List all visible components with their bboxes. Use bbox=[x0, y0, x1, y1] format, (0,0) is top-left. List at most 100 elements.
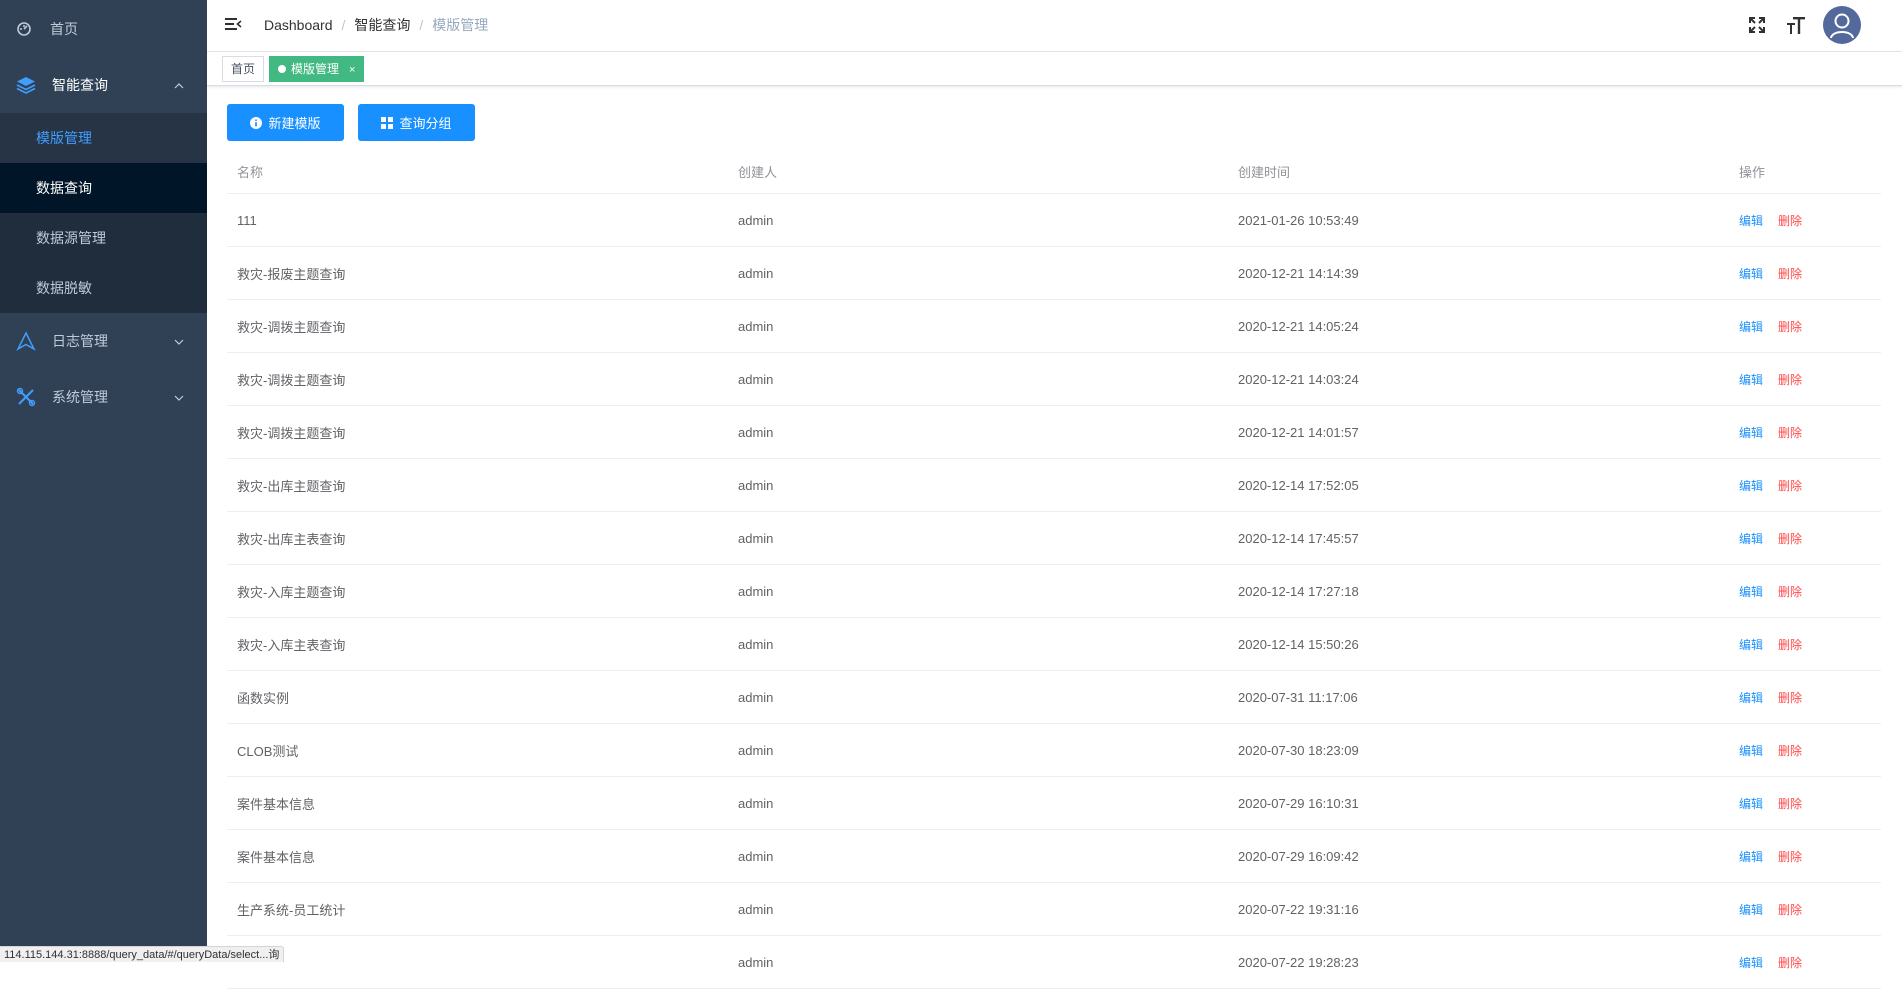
cell-creator: admin bbox=[738, 530, 774, 546]
tags-view: 首页 模版管理 × bbox=[207, 52, 1902, 86]
cell-actions: 编辑 删除 bbox=[1739, 777, 1802, 829]
tools-icon bbox=[16, 387, 36, 407]
sidebar-item-data-masking[interactable]: 数据脱敏 bbox=[0, 263, 207, 313]
sidebar-item-data-query[interactable]: 数据查询 bbox=[0, 163, 207, 213]
cell-actions: 编辑 删除 bbox=[1739, 353, 1802, 405]
table-row: 救灾-报废主题查询 admin 2020-12-21 14:14:39 编辑 删除 bbox=[227, 247, 1881, 300]
cell-actions: 编辑 删除 bbox=[1739, 406, 1802, 458]
delete-link[interactable]: 删除 bbox=[1778, 795, 1802, 812]
sidebar-item-label: 数据脱敏 bbox=[36, 280, 92, 296]
cell-actions: 编辑 删除 bbox=[1739, 300, 1802, 352]
table-row: 案件基本信息 admin 2020-07-29 16:09:42 编辑 删除 bbox=[227, 830, 1881, 883]
cell-created-time: 2020-12-21 14:03:24 bbox=[1238, 371, 1359, 387]
sidebar-item-log-management[interactable]: 日志管理 bbox=[0, 313, 207, 369]
tag-home[interactable]: 首页 bbox=[222, 56, 265, 82]
delete-link[interactable]: 删除 bbox=[1778, 901, 1802, 918]
hamburger-menu-icon[interactable] bbox=[224, 16, 242, 34]
tag-template-management[interactable]: 模版管理 × bbox=[269, 56, 365, 82]
sidebar-item-label: 系统管理 bbox=[52, 389, 108, 405]
font-size-icon[interactable] bbox=[1785, 14, 1807, 36]
cell-actions: 编辑 删除 bbox=[1739, 194, 1802, 246]
edit-link[interactable]: 编辑 bbox=[1739, 212, 1763, 229]
button-label: 新建模版 bbox=[268, 116, 321, 131]
fullscreen-icon[interactable] bbox=[1746, 14, 1768, 36]
breadcrumb-item-current: 模版管理 bbox=[432, 17, 489, 33]
delete-link[interactable]: 删除 bbox=[1778, 477, 1802, 494]
sidebar-item-label: 智能查询 bbox=[52, 77, 108, 93]
breadcrumb-item[interactable]: 智能查询 bbox=[354, 17, 410, 33]
delete-link[interactable]: 删除 bbox=[1778, 954, 1802, 971]
sidebar-item-label: 首页 bbox=[50, 21, 78, 37]
sidebar-item-system-management[interactable]: 系统管理 bbox=[0, 369, 207, 425]
sidebar-item-label: 模版管理 bbox=[36, 130, 92, 146]
triangle-icon bbox=[16, 331, 36, 351]
edit-link[interactable]: 编辑 bbox=[1739, 371, 1763, 388]
delete-link[interactable]: 删除 bbox=[1778, 583, 1802, 600]
edit-link[interactable]: 编辑 bbox=[1739, 424, 1763, 441]
delete-link[interactable]: 删除 bbox=[1778, 742, 1802, 759]
delete-link[interactable]: 删除 bbox=[1778, 424, 1802, 441]
chevron-down-icon bbox=[173, 391, 185, 403]
cell-creator: admin bbox=[738, 424, 774, 440]
sidebar-item-smart-query[interactable]: 智能查询 bbox=[0, 57, 207, 113]
delete-link[interactable]: 删除 bbox=[1778, 848, 1802, 865]
info-icon bbox=[250, 116, 263, 129]
edit-link[interactable]: 编辑 bbox=[1739, 742, 1763, 759]
breadcrumb-separator: / bbox=[419, 17, 424, 33]
delete-link[interactable]: 删除 bbox=[1778, 212, 1802, 229]
cell-creator: admin bbox=[738, 371, 774, 387]
edit-link[interactable]: 编辑 bbox=[1739, 795, 1763, 812]
cell-name: 案件基本信息 bbox=[237, 849, 316, 865]
breadcrumb-item[interactable]: Dashboard bbox=[264, 17, 333, 33]
sidebar-item-datasource-management[interactable]: 数据源管理 bbox=[0, 213, 207, 263]
chevron-down-icon bbox=[173, 335, 185, 347]
edit-link[interactable]: 编辑 bbox=[1739, 901, 1763, 918]
cell-created-time: 2020-07-29 16:09:42 bbox=[1238, 848, 1359, 864]
edit-link[interactable]: 编辑 bbox=[1739, 954, 1763, 971]
delete-link[interactable]: 删除 bbox=[1778, 689, 1802, 706]
sidebar-item-label: 日志管理 bbox=[52, 333, 108, 349]
sidebar-item-home[interactable]: 首页 bbox=[0, 1, 207, 57]
cell-actions: 编辑 删除 bbox=[1739, 724, 1802, 776]
sidebar-item-label: 数据源管理 bbox=[36, 230, 106, 246]
edit-link[interactable]: 编辑 bbox=[1739, 583, 1763, 600]
edit-link[interactable]: 编辑 bbox=[1739, 265, 1763, 282]
sidebar-item-template-management[interactable]: 模版管理 bbox=[0, 113, 207, 163]
edit-link[interactable]: 编辑 bbox=[1739, 477, 1763, 494]
cell-creator: admin bbox=[738, 901, 774, 917]
close-icon[interactable]: × bbox=[349, 64, 355, 76]
chevron-up-icon bbox=[173, 79, 185, 91]
cell-creator: admin bbox=[738, 265, 774, 281]
cell-creator: admin bbox=[738, 795, 774, 811]
cell-created-time: 2020-07-22 19:31:16 bbox=[1238, 901, 1359, 917]
cell-name: 救灾-入库主表查询 bbox=[237, 637, 346, 653]
cell-created-time: 2020-12-14 17:52:05 bbox=[1238, 477, 1359, 493]
cell-name: 救灾-调拨主题查询 bbox=[237, 372, 346, 388]
edit-link[interactable]: 编辑 bbox=[1739, 530, 1763, 547]
breadcrumb-separator: / bbox=[341, 17, 346, 33]
new-template-button[interactable]: 新建模版 bbox=[227, 104, 344, 141]
column-header-actions: 操作 bbox=[1739, 165, 1766, 180]
cell-actions: 编辑 删除 bbox=[1739, 512, 1802, 564]
cell-name: 救灾-报废主题查询 bbox=[237, 266, 346, 282]
query-group-button[interactable]: 查询分组 bbox=[358, 104, 475, 141]
delete-link[interactable]: 删除 bbox=[1778, 318, 1802, 335]
delete-link[interactable]: 删除 bbox=[1778, 371, 1802, 388]
cell-name: 救灾-调拨主题查询 bbox=[237, 319, 346, 335]
edit-link[interactable]: 编辑 bbox=[1739, 848, 1763, 865]
cell-creator: admin bbox=[738, 689, 774, 705]
column-header-name: 名称 bbox=[237, 165, 264, 180]
delete-link[interactable]: 删除 bbox=[1778, 265, 1802, 282]
cell-actions: 编辑 删除 bbox=[1739, 565, 1802, 617]
cell-creator: admin bbox=[738, 318, 774, 334]
edit-link[interactable]: 编辑 bbox=[1739, 689, 1763, 706]
delete-link[interactable]: 删除 bbox=[1778, 530, 1802, 547]
column-header-created-time: 创建时间 bbox=[1238, 165, 1291, 180]
cell-actions: 编辑 删除 bbox=[1739, 247, 1802, 299]
edit-link[interactable]: 编辑 bbox=[1739, 636, 1763, 653]
cell-created-time: 2020-07-31 11:17:06 bbox=[1238, 689, 1358, 705]
avatar[interactable] bbox=[1823, 6, 1861, 44]
cell-name: 救灾-入库主题查询 bbox=[237, 584, 346, 600]
edit-link[interactable]: 编辑 bbox=[1739, 318, 1763, 335]
delete-link[interactable]: 删除 bbox=[1778, 636, 1802, 653]
